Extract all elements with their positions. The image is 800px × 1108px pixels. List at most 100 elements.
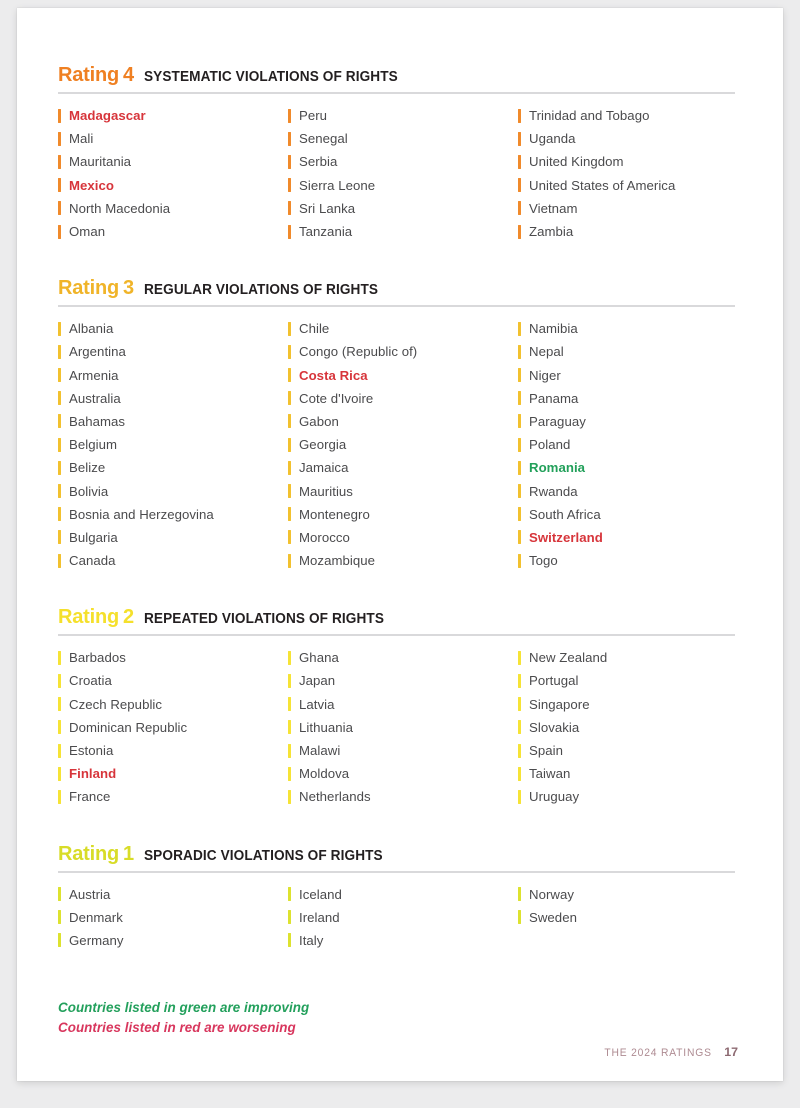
rating-bar-icon	[288, 530, 291, 545]
rating-bar-icon	[518, 507, 521, 522]
country-item: Portugal	[518, 669, 748, 692]
country-name: Dominican Republic	[69, 719, 188, 735]
country-item: Estonia	[58, 739, 288, 762]
country-name: Latvia	[299, 696, 335, 712]
rating-bar-icon	[518, 224, 521, 239]
section-title: REPEATED VIOLATIONS OF RIGHTS	[143, 611, 384, 628]
country-item: Czech Republic	[58, 693, 288, 716]
rating-bar-icon	[58, 484, 61, 499]
rating-bar-icon	[518, 108, 521, 123]
rating-bar-icon	[518, 178, 521, 193]
rating-bar-icon	[58, 344, 61, 359]
rating-bar-icon	[288, 414, 291, 429]
country-item: Togo	[518, 549, 748, 572]
rating-bar-icon	[518, 720, 521, 735]
country-name: Mauritania	[69, 154, 132, 170]
country-item: Malawi	[288, 739, 518, 762]
country-item: Japan	[288, 669, 518, 692]
country-name: Congo (Republic of)	[299, 344, 418, 360]
country-item: Senegal	[288, 127, 518, 150]
rating-bar-icon	[58, 530, 61, 545]
rating-bar-icon	[58, 789, 61, 804]
rating-word: Rating	[58, 606, 120, 629]
rating-bar-icon	[58, 766, 61, 781]
country-item: Argentina	[58, 340, 288, 363]
country-item: United States of America	[518, 174, 748, 197]
rating-bar-icon	[58, 154, 61, 169]
rating-bar-icon	[288, 720, 291, 735]
rating-bar-icon	[288, 933, 291, 948]
country-item: Finland	[58, 762, 288, 785]
country-item: Norway	[518, 883, 748, 906]
country-name: Poland	[529, 437, 571, 453]
country-item: New Zealand	[518, 646, 748, 669]
country-grid: Barbados Croatia Czech Republic Dominican R…	[58, 646, 738, 808]
country-item: Bahamas	[58, 410, 288, 433]
rating-bar-icon	[518, 673, 521, 688]
country-name: United States of America	[529, 177, 676, 193]
country-item: Bosnia and Herzegovina	[58, 503, 288, 526]
country-name: Bahamas	[69, 413, 126, 429]
country-item: Bulgaria	[58, 526, 288, 549]
rating-bar-icon	[58, 108, 61, 123]
rating-bar-icon	[58, 910, 61, 925]
country-name: Paraguay	[529, 413, 586, 429]
rating-bar-icon	[518, 414, 521, 429]
country-name: United Kingdom	[529, 154, 624, 170]
country-item: Nepal	[518, 340, 748, 363]
country-item: Armenia	[58, 364, 288, 387]
rating-number: 3	[123, 277, 134, 300]
country-item: Congo (Republic of)	[288, 340, 518, 363]
country-item: Mexico	[58, 174, 288, 197]
country-name: New Zealand	[529, 650, 608, 666]
rating-bar-icon	[518, 887, 521, 902]
country-item: Albania	[58, 317, 288, 340]
country-item: Paraguay	[518, 410, 748, 433]
rating-bar-icon	[288, 131, 291, 146]
rating-label: Rating 3	[58, 277, 134, 300]
rating-bar-icon	[288, 108, 291, 123]
country-item: Austria	[58, 883, 288, 906]
country-item: North Macedonia	[58, 197, 288, 220]
rating-bar-icon	[58, 391, 61, 406]
country-name: Gabon	[299, 413, 339, 429]
country-item: Netherlands	[288, 785, 518, 808]
country-item: Iceland	[288, 883, 518, 906]
country-item: Oman	[58, 220, 288, 243]
rating-bar-icon	[288, 789, 291, 804]
country-item: Singapore	[518, 693, 748, 716]
country-name: Togo	[529, 553, 558, 569]
country-item: Belize	[58, 456, 288, 479]
rating-bar-icon	[288, 437, 291, 452]
country-item: Croatia	[58, 669, 288, 692]
country-name: Ireland	[299, 909, 340, 925]
country-name: Mexico	[69, 177, 115, 193]
rating-number: 2	[123, 606, 134, 629]
country-item: Georgia	[288, 433, 518, 456]
country-item: Moldova	[288, 762, 518, 785]
country-item: Mozambique	[288, 549, 518, 572]
rating-bar-icon	[518, 201, 521, 216]
country-name: Sweden	[529, 909, 577, 925]
rating-bar-icon	[518, 321, 521, 336]
rating-bar-icon	[288, 910, 291, 925]
rating-bar-icon	[518, 910, 521, 925]
page-footer: THE 2024 RATINGS 17	[595, 1045, 738, 1059]
rating-bar-icon	[518, 766, 521, 781]
country-name: Australia	[69, 390, 121, 406]
rating-bar-icon	[58, 131, 61, 146]
rating-bar-icon	[58, 743, 61, 758]
country-name: Costa Rica	[299, 367, 368, 383]
country-name: Portugal	[529, 673, 579, 689]
rating-bar-icon	[288, 344, 291, 359]
rating-label: Rating 1	[58, 843, 134, 866]
rating-bar-icon	[288, 553, 291, 568]
rating-bar-icon	[58, 720, 61, 735]
rating-bar-icon	[288, 201, 291, 216]
country-name: France	[69, 789, 111, 805]
rating-bar-icon	[288, 743, 291, 758]
rating-bar-icon	[518, 391, 521, 406]
country-item: Morocco	[288, 526, 518, 549]
country-item: Panama	[518, 387, 748, 410]
rating-bar-icon	[518, 460, 521, 475]
